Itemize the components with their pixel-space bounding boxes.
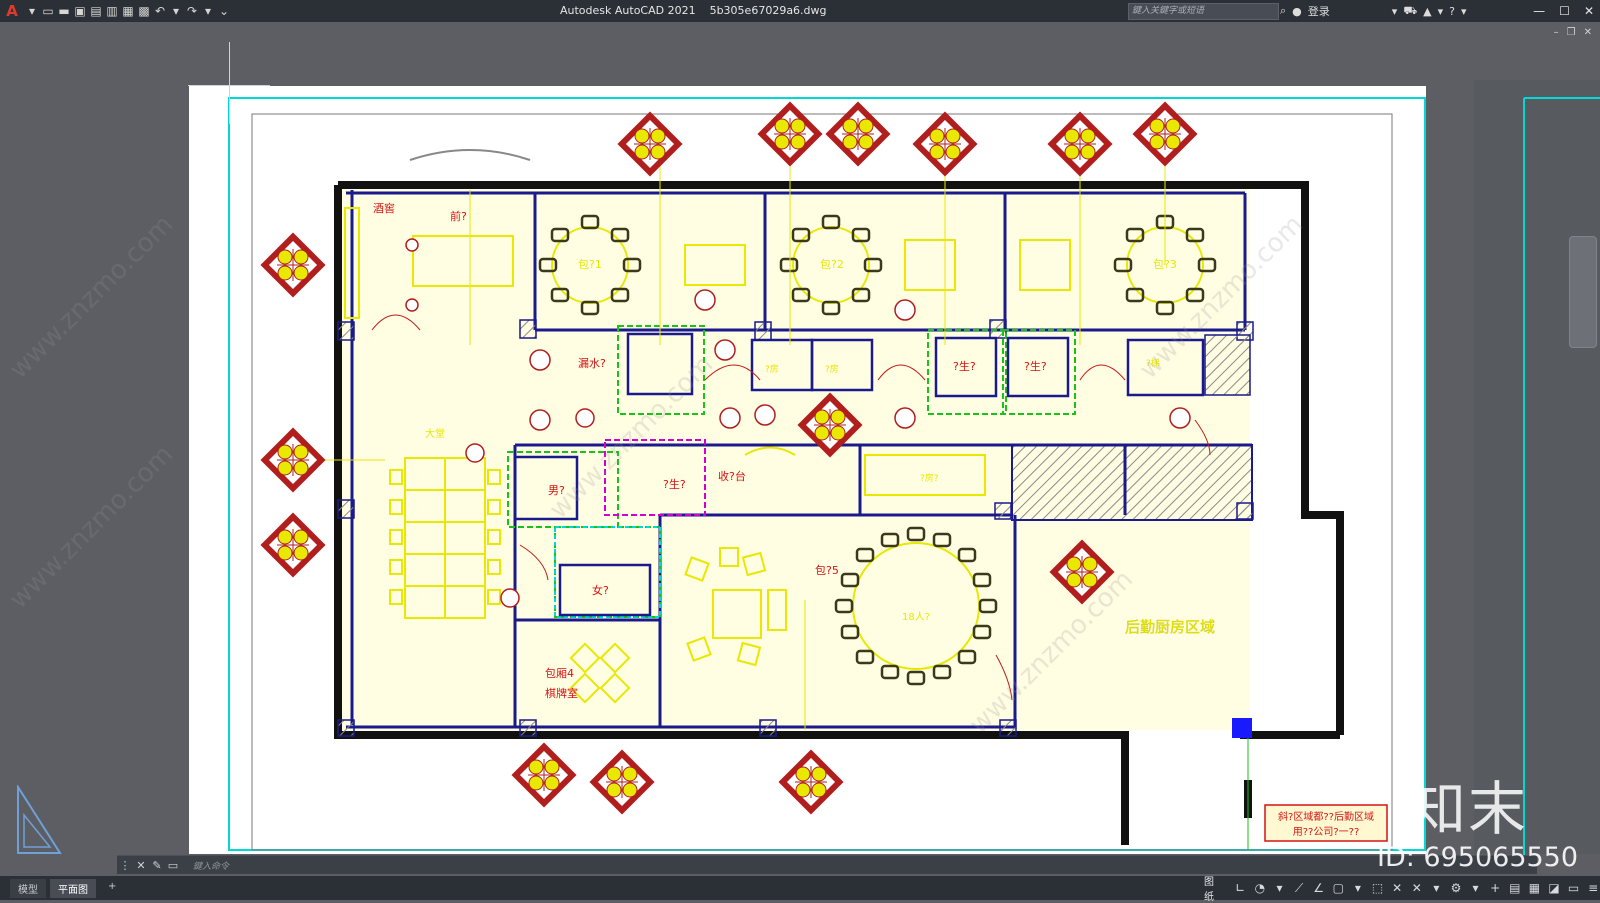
note-line-2: 用??公司?一?? (1293, 827, 1360, 838)
annotation-visibility-icon[interactable]: ✕ (1390, 881, 1404, 895)
annotation-scale-icon[interactable]: ▾ (1430, 881, 1444, 895)
label-water-bar: 漏水? (578, 357, 606, 370)
customize-icon[interactable]: ✎ (149, 859, 165, 872)
object-snap-icon[interactable]: ▢ (1331, 881, 1345, 895)
label-reception: 前? (450, 209, 467, 223)
units-icon[interactable]: ▤ (1508, 881, 1522, 895)
watermark-text-1: www.znzmo.com (4, 210, 179, 385)
status-bar: 模型 平面图 + 图纸 ∟ ◔ ▾ ⟋ ∠ ▢ ▾ ⬚ ✕ ✕ ▾ ⚙ ▾ + … (0, 873, 1600, 903)
label-private-5: 包?5 (815, 564, 839, 577)
customization-menu-icon[interactable]: ≡ (1586, 881, 1600, 895)
tab-layout-plan[interactable]: 平面图 (50, 879, 96, 898)
watermark-id: ID: 695065550 (1377, 842, 1579, 873)
label-restroom: ?生? (663, 477, 686, 491)
label-women: 女? (592, 583, 609, 597)
label-private-1: 包?1 (578, 258, 602, 271)
label-lobby: 大堂 (425, 427, 445, 440)
quick-properties-icon[interactable]: ▦ (1528, 881, 1542, 895)
navigation-bar[interactable] (1569, 236, 1597, 348)
selection-cycling-icon[interactable]: ⬚ (1371, 881, 1385, 895)
workspace-gear-icon[interactable]: ⚙ (1449, 881, 1463, 895)
paper-space-toggle[interactable]: 图纸 (1204, 873, 1223, 903)
drag-handle-icon[interactable]: ⋮ (117, 859, 133, 872)
watermark-text-4: www.znzmo.com (4, 440, 179, 615)
floor-plan-drawing[interactable]: 斜?区域都??后勤区域 用??公司?一?? 酒窖 前? 包?1 包?2 包?3 … (0, 0, 1600, 900)
watermark-logo: 知末 (1408, 775, 1529, 843)
label-card-room: 棋牌室 (545, 686, 578, 700)
ucs-icon (17, 785, 62, 854)
object-snap-tracking-icon[interactable]: ∠ (1312, 881, 1326, 895)
close-command-line-icon[interactable]: ✕ (133, 859, 149, 872)
annotation-monitor-icon[interactable]: + (1488, 881, 1502, 895)
label-seats: 18人? (902, 611, 930, 623)
label-private-2: 包?2 (820, 258, 844, 271)
command-line[interactable]: ⋮ ✕ ✎ ▭ 鍵入命令 (117, 855, 1537, 874)
status-toggles: 图纸 ∟ ◔ ▾ ⟋ ∠ ▢ ▾ ⬚ ✕ ✕ ▾ ⚙ ▾ + ▤ ▦ ◪ ▭ ≡ (1204, 873, 1600, 903)
isolate-objects-icon[interactable]: ◪ (1547, 881, 1561, 895)
tab-model[interactable]: 模型 (10, 879, 46, 898)
cursor-crosshair-vertical (229, 42, 230, 124)
label-wine-cellar: 酒窖 (373, 201, 395, 215)
label-corridor: ?房? (920, 472, 939, 484)
object-snap-dropdown-icon[interactable]: ▾ (1351, 881, 1365, 895)
label-small-room-b: ?房 (825, 363, 839, 375)
autoscale-icon[interactable]: ✕ (1410, 881, 1424, 895)
clean-screen-icon[interactable]: ▭ (1567, 881, 1581, 895)
layout-tabs: 模型 平面图 + (10, 879, 124, 898)
command-input[interactable]: 鍵入命令 (193, 859, 229, 872)
label-restroom-a: ?生? (953, 359, 976, 373)
label-private-4: 包厢4 (545, 667, 574, 680)
workspace-dropdown-icon[interactable]: ▾ (1469, 881, 1483, 895)
isodraft-icon[interactable]: ⟋ (1292, 881, 1306, 896)
label-back-kitchen: 后勤厨房区域 (1125, 618, 1215, 636)
note-line-1: 斜?区域都??后勤区域 (1278, 810, 1374, 823)
cursor-crosshair-horizontal (188, 85, 270, 86)
label-cashier: 收?台 (718, 469, 746, 483)
add-layout-button[interactable]: + (100, 879, 124, 898)
polar-icon[interactable]: ◔ (1253, 881, 1267, 895)
ortho-icon[interactable]: ∟ (1233, 881, 1247, 895)
label-private-3: 包?3 (1153, 258, 1177, 271)
label-restroom-b: ?生? (1024, 359, 1047, 373)
recent-commands-icon[interactable]: ▭ (165, 859, 181, 872)
label-small-room-a: ?房 (765, 363, 779, 375)
polar-dropdown-icon[interactable]: ▾ (1273, 881, 1287, 895)
